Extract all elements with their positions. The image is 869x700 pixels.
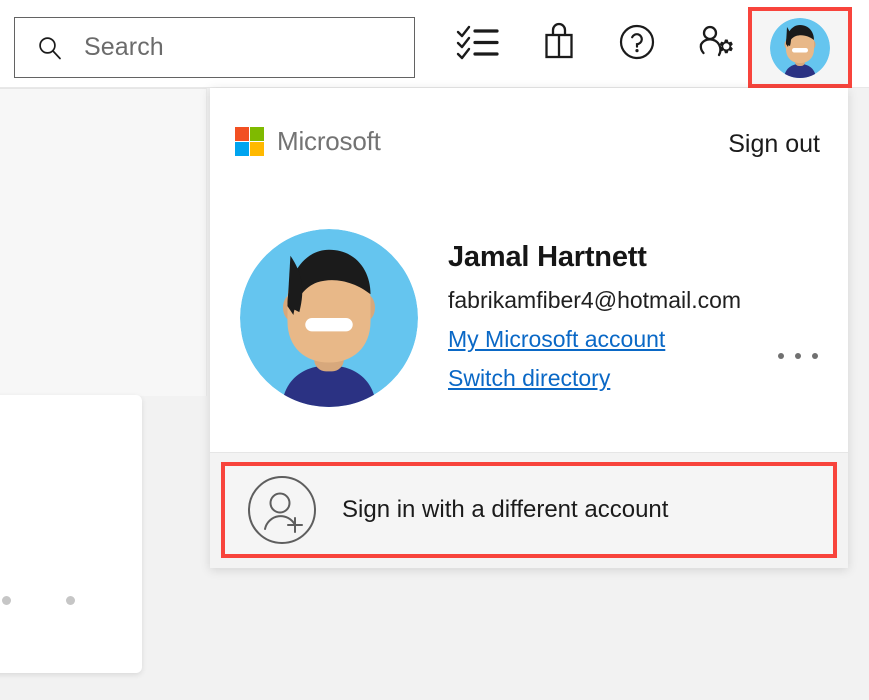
profile-section: Jamal Hartnett fabrikamfiber4@hotmail.co… — [210, 229, 848, 407]
profile-email: fabrikamfiber4@hotmail.com — [448, 287, 741, 314]
logo-square-yellow — [250, 142, 264, 156]
search-placeholder: Search — [84, 33, 164, 62]
logo-square-green — [250, 127, 264, 141]
avatar — [770, 18, 830, 78]
switch-directory-link[interactable]: Switch directory — [448, 365, 610, 392]
user-settings-gear-icon — [695, 22, 739, 67]
user-settings-button[interactable] — [687, 13, 747, 75]
background-card — [0, 395, 142, 673]
help-question-icon — [618, 23, 656, 66]
ellipsis-dot-2 — [795, 353, 801, 359]
sign-in-different-account-button[interactable]: Sign in with a different account — [221, 462, 837, 558]
profile-details: Jamal Hartnett fabrikamfiber4@hotmail.co… — [448, 229, 741, 407]
marketplace-button[interactable] — [529, 13, 589, 75]
toolbar-icon-group — [448, 0, 747, 88]
microsoft-brand: Microsoft — [235, 126, 381, 157]
tasks-button[interactable] — [448, 13, 508, 75]
top-toolbar: Search — [0, 0, 869, 88]
account-flyout-body: Microsoft Sign out — [210, 88, 848, 452]
carousel-dot-2[interactable] — [66, 596, 75, 605]
microsoft-wordmark: Microsoft — [277, 126, 381, 157]
carousel-dot-1[interactable] — [2, 596, 11, 605]
logo-square-red — [235, 127, 249, 141]
sign-out-button[interactable]: Sign out — [728, 130, 820, 159]
tasks-checklist-icon — [456, 23, 500, 66]
profile-avatar — [240, 229, 418, 407]
my-microsoft-account-link[interactable]: My Microsoft account — [448, 326, 665, 353]
ellipsis-dot-1 — [778, 353, 784, 359]
search-icon — [37, 35, 63, 61]
profile-name: Jamal Hartnett — [448, 241, 741, 274]
sign-in-different-account-label: Sign in with a different account — [342, 496, 668, 524]
app-root: Search — [0, 0, 869, 700]
marketplace-bag-icon — [542, 22, 576, 67]
logo-square-blue — [235, 142, 249, 156]
more-options-button[interactable] — [778, 353, 818, 359]
search-box[interactable]: Search — [14, 17, 415, 78]
background-content-sheet — [0, 88, 207, 396]
account-flyout-panel: Microsoft Sign out — [210, 88, 848, 568]
add-user-icon — [245, 473, 319, 547]
flyout-footer: Sign in with a different account — [210, 453, 848, 568]
ellipsis-dot-3 — [812, 353, 818, 359]
avatar-button[interactable] — [748, 7, 852, 88]
help-button[interactable] — [607, 13, 667, 75]
microsoft-logo — [235, 127, 264, 156]
carousel-dots[interactable] — [0, 596, 142, 605]
